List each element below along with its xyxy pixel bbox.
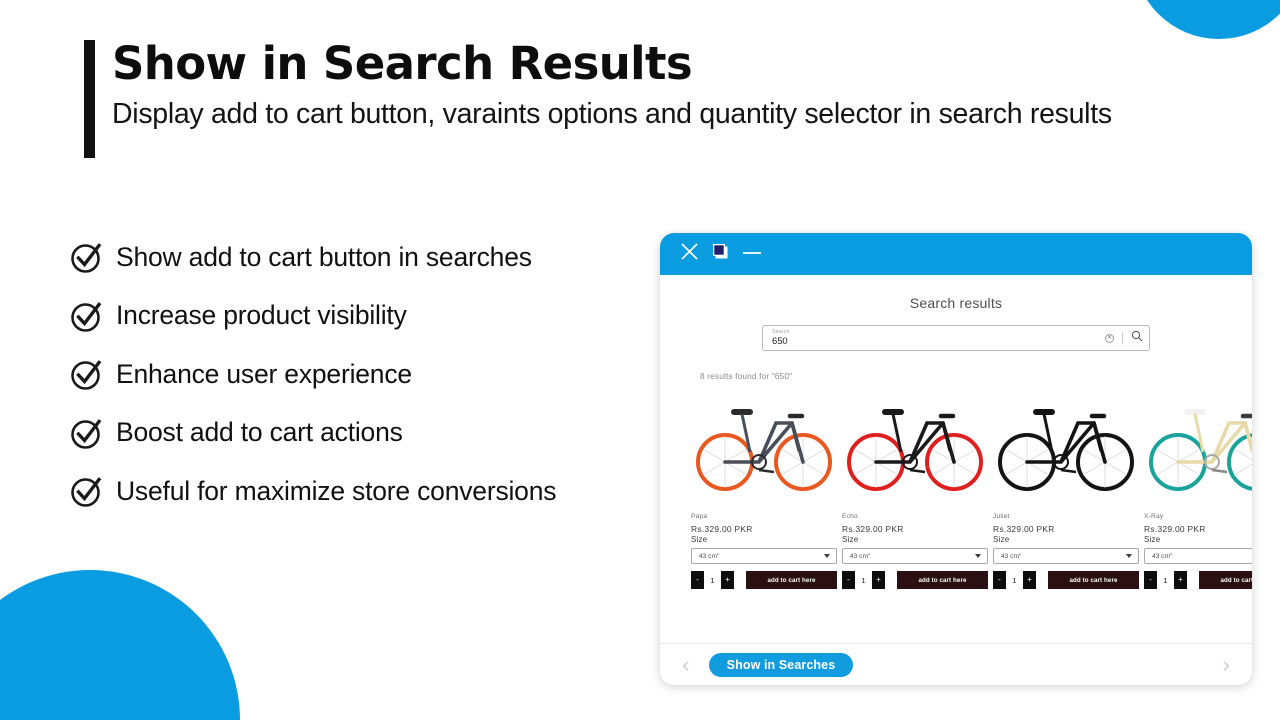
product-name: Papa <box>691 513 708 520</box>
window-titlebar <box>660 233 1252 275</box>
quantity-decrement-button[interactable]: - <box>691 571 704 589</box>
product-actions: - 1 + add to cart here <box>842 571 988 589</box>
show-in-searches-pill[interactable]: Show in Searches <box>708 652 854 677</box>
quantity-stepper[interactable]: - 1 + <box>691 571 734 589</box>
quantity-increment-button[interactable]: + <box>1023 571 1036 589</box>
quantity-decrement-button[interactable]: - <box>1144 571 1157 589</box>
quantity-stepper[interactable]: - 1 + <box>842 571 885 589</box>
check-circle-icon <box>70 240 104 274</box>
product-card[interactable]: Echo Rs.329.00 PKR Size 43 cm" - 1 + add… <box>842 389 988 589</box>
check-circle-icon <box>70 357 104 391</box>
product-image-xray <box>1144 389 1252 507</box>
size-select-value: 43 cm" <box>699 552 720 560</box>
close-x-icon[interactable] <box>680 242 699 266</box>
list-item: Enhance user experience <box>70 345 670 404</box>
slide-root: Show in Search Results Display add to ca… <box>0 0 1280 720</box>
list-item: Boost add to cart actions <box>70 404 670 463</box>
product-price: Rs.329.00 PKR <box>993 524 1055 534</box>
product-card[interactable]: Papa Rs.329.00 PKR Size 43 cm" - 1 + add… <box>691 389 837 589</box>
check-circle-icon <box>70 474 104 508</box>
magnifier-icon[interactable] <box>1131 329 1143 347</box>
search-input-label: Search <box>772 328 790 335</box>
product-actions: - 1 + add to cart here <box>691 571 837 589</box>
size-label: Size <box>1144 535 1161 544</box>
clear-x-icon[interactable]: ✕ <box>1105 333 1114 343</box>
quantity-decrement-button[interactable]: - <box>842 571 855 589</box>
quantity-value: 1 <box>704 571 721 589</box>
minimize-dash-icon[interactable] <box>742 245 762 263</box>
size-select[interactable]: 43 cm" <box>1144 548 1252 564</box>
quantity-value: 1 <box>1157 571 1174 589</box>
quantity-value: 1 <box>1006 571 1023 589</box>
chevron-down-icon <box>975 554 981 558</box>
size-label: Size <box>691 535 708 544</box>
list-item-label: Show add to cart button in searches <box>116 241 532 272</box>
size-select-value: 43 cm" <box>1152 552 1173 560</box>
list-item: Show add to cart button in searches <box>70 228 670 287</box>
product-name: Echo <box>842 513 858 520</box>
results-count-text: 8 results found for "650" <box>700 371 793 381</box>
product-name: X-Ray <box>1144 513 1164 520</box>
product-image-juliet <box>993 389 1139 507</box>
add-to-cart-button[interactable]: add to cart here <box>1048 571 1139 589</box>
slide-header: Show in Search Results Display add to ca… <box>84 37 1274 158</box>
search-results-heading: Search results <box>909 295 1003 311</box>
restore-window-icon[interactable] <box>712 243 729 265</box>
check-circle-icon <box>70 416 104 450</box>
list-item-label: Useful for maximize store conversions <box>116 475 557 506</box>
quantity-value: 1 <box>855 571 872 589</box>
product-price: Rs.329.00 PKR <box>1144 524 1206 534</box>
add-to-cart-button[interactable]: add to cart here <box>746 571 837 589</box>
check-circle-icon <box>70 299 104 333</box>
chevron-down-icon <box>824 554 830 558</box>
decorative-circle-bottom-left <box>0 570 240 720</box>
size-select[interactable]: 43 cm" <box>691 548 837 564</box>
product-price: Rs.329.00 PKR <box>842 524 904 534</box>
size-select[interactable]: 43 cm" <box>993 548 1139 564</box>
quantity-decrement-button[interactable]: - <box>993 571 1006 589</box>
product-image-papa <box>691 389 837 507</box>
size-select[interactable]: 43 cm" <box>842 548 988 564</box>
list-item: Useful for maximize store conversions <box>70 462 670 521</box>
decorative-circle-top-right <box>1133 0 1280 39</box>
product-actions: - 1 + add to cart here <box>993 571 1139 589</box>
product-name: Juliet <box>993 513 1010 520</box>
quantity-increment-button[interactable]: + <box>721 571 734 589</box>
product-grid: Papa Rs.329.00 PKR Size 43 cm" - 1 + add… <box>691 389 1252 589</box>
add-to-cart-button[interactable]: add to cart here <box>1199 571 1252 589</box>
page-title: Show in Search Results <box>112 37 693 90</box>
list-item-label: Increase product visibility <box>116 300 407 331</box>
product-image-echo <box>842 389 988 507</box>
product-card[interactable]: X-Ray Rs.329.00 PKR Size 43 cm" - 1 + ad… <box>1144 389 1252 589</box>
mockup-footer: ‹ Show in Searches › <box>660 643 1252 685</box>
chevron-right-icon[interactable]: › <box>1222 653 1230 676</box>
size-select-value: 43 cm" <box>850 552 871 560</box>
search-input-value: 650 <box>772 334 788 346</box>
search-input[interactable]: Search 650 ✕ <box>762 325 1150 351</box>
size-label: Size <box>993 535 1010 544</box>
browser-mockup: Search results Search 650 ✕ 8 results fo… <box>660 233 1252 685</box>
divider <box>1122 332 1123 344</box>
chevron-down-icon <box>1126 554 1132 558</box>
title-accent-bar <box>84 40 95 158</box>
quantity-stepper[interactable]: - 1 + <box>993 571 1036 589</box>
list-item: Increase product visibility <box>70 287 670 346</box>
page-subtitle: Display add to cart button, varaints opt… <box>112 98 1112 131</box>
chevron-left-icon[interactable]: ‹ <box>682 653 690 676</box>
search-results-page: Search results Search 650 ✕ 8 results fo… <box>660 275 1252 643</box>
quantity-increment-button[interactable]: + <box>872 571 885 589</box>
quantity-stepper[interactable]: - 1 + <box>1144 571 1187 589</box>
product-actions: - 1 + add to cart here <box>1144 571 1252 589</box>
size-select-value: 43 cm" <box>1001 552 1022 560</box>
product-price: Rs.329.00 PKR <box>691 524 753 534</box>
list-item-label: Boost add to cart actions <box>116 417 403 448</box>
product-card[interactable]: Juliet Rs.329.00 PKR Size 43 cm" - 1 + a… <box>993 389 1139 589</box>
add-to-cart-button[interactable]: add to cart here <box>897 571 988 589</box>
feature-bullet-list: Show add to cart button in searches Incr… <box>70 228 670 521</box>
list-item-label: Enhance user experience <box>116 358 412 389</box>
quantity-increment-button[interactable]: + <box>1174 571 1187 589</box>
size-label: Size <box>842 535 859 544</box>
